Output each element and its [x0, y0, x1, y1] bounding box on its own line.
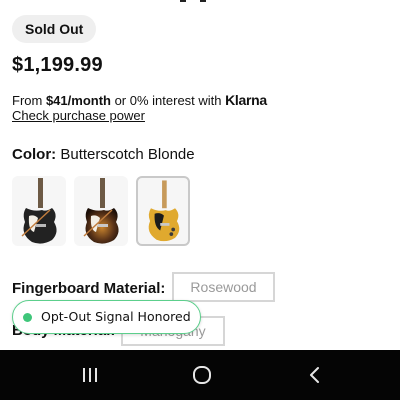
- financing-text: From $41/month or 0% interest with Klarn…: [12, 92, 267, 108]
- recent-apps-button[interactable]: [60, 350, 120, 400]
- back-button[interactable]: [285, 350, 345, 400]
- back-icon: [310, 367, 319, 383]
- home-button[interactable]: [172, 350, 232, 400]
- color-value: Butterscotch Blonde: [60, 146, 195, 163]
- klarna-logo: Klarna: [225, 92, 267, 108]
- swatch-butterscotch-blonde[interactable]: [136, 176, 190, 246]
- check-purchase-power-link[interactable]: Check purchase power: [12, 108, 145, 123]
- fingerboard-material-label: Fingerboard Material:: [12, 280, 166, 297]
- system-nav-bar: [0, 350, 400, 400]
- home-icon: [193, 366, 211, 384]
- sold-out-badge: Sold Out: [12, 15, 97, 43]
- product-price: $1,199.99: [12, 54, 103, 76]
- swatch-black[interactable]: [12, 176, 66, 246]
- color-selector-label: Color: Butterscotch Blonde: [12, 146, 195, 163]
- guitar-butterscotch-image: [148, 180, 180, 242]
- guitar-black-image: [21, 178, 57, 244]
- color-label: Color:: [12, 146, 57, 163]
- financing-prefix: From: [12, 93, 46, 108]
- toast-text: Opt-Out Signal Honored: [41, 309, 191, 324]
- status-dot-icon: [23, 313, 32, 322]
- financing-monthly: $41/month: [45, 93, 111, 108]
- swatch-sunburst[interactable]: [74, 176, 128, 246]
- recent-apps-icon: [83, 368, 97, 382]
- financing-middle: or 0% interest with: [110, 93, 226, 108]
- guitar-sunburst-image: [83, 178, 119, 244]
- fingerboard-option-rosewood[interactable]: Rosewood: [172, 272, 275, 302]
- opt-out-toast: Opt-Out Signal Honored: [12, 300, 201, 334]
- product-title-cutoff: [180, 0, 210, 4]
